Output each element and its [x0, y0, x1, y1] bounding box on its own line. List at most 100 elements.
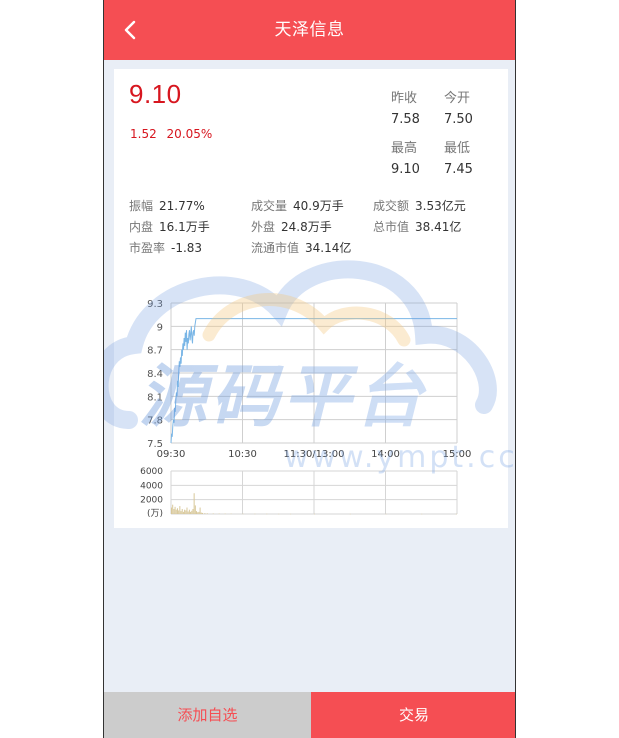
- stat-inner-volume: 内盘 16.1万手: [129, 218, 210, 235]
- high-block: 最高 9.10: [391, 137, 420, 177]
- add-watchlist-button[interactable]: 添加自选: [104, 692, 311, 738]
- price-tick-label: 8.1: [147, 392, 163, 403]
- change-amount: 1.52: [130, 127, 157, 141]
- intraday-chart: 9.398.78.48.17.87.509:30 10:30 11:30/13:00…: [140, 299, 472, 519]
- time-tick-label: 09:30: [157, 449, 186, 460]
- quote-card: 9.10 1.52 20.05% 昨收 7.58 今开 7.50 最高 9.10…: [114, 69, 508, 528]
- stat-label: 外盘: [251, 220, 276, 234]
- high-value: 9.10: [391, 162, 420, 177]
- stat-value: 24.8万手: [281, 220, 332, 234]
- volume-bar: [199, 507, 201, 514]
- volume-bar: [196, 511, 198, 514]
- top-bar: 天泽信息: [104, 0, 515, 60]
- prev-close-block: 昨收 7.58: [391, 87, 420, 127]
- stat-label: 成交量: [251, 199, 288, 213]
- stat-label: 市盈率: [129, 241, 166, 255]
- volume-tick-label: 2000: [140, 496, 163, 506]
- volume-bar: [197, 512, 199, 514]
- volume-bar: [278, 513, 280, 515]
- stat-pe-ratio: 市盈率 -1.83: [129, 239, 202, 256]
- volume-bar: [182, 511, 184, 514]
- volume-bar: [188, 509, 190, 514]
- current-price: 9.10: [129, 79, 182, 109]
- stat-value: 21.77%: [159, 199, 205, 213]
- stat-value: 34.14亿: [305, 241, 352, 255]
- phone-frame: 天泽信息 9.10 1.52 20.05% 昨收 7.58 今开 7.50 最高…: [103, 0, 516, 738]
- stat-value: 16.1万手: [159, 220, 210, 234]
- volume-tick-label: 6000: [140, 467, 163, 477]
- volume-bar: [421, 513, 423, 515]
- volume-bar: [190, 511, 192, 514]
- price-tick-label: 9: [157, 322, 163, 333]
- stat-value: 38.41亿: [415, 220, 462, 234]
- stat-label: 流通市值: [251, 241, 300, 255]
- volume-bar: [206, 513, 208, 514]
- volume-bar: [181, 508, 183, 514]
- low-value: 7.45: [444, 162, 473, 177]
- stat-amplitude: 振幅 21.77%: [129, 197, 205, 214]
- volume-bar: [176, 508, 178, 514]
- volume-bar: [266, 513, 268, 515]
- time-tick-label: 11:30/13:00: [283, 449, 344, 460]
- volume-bar: [198, 511, 200, 514]
- volume-bar: [192, 508, 194, 514]
- low-label: 最低: [444, 141, 471, 156]
- stat-value: 3.53亿元: [415, 199, 466, 213]
- stat-label: 总市值: [373, 220, 410, 234]
- time-tick-label: 15:00: [443, 449, 472, 460]
- volume-bar: [179, 506, 181, 514]
- volume-bar: [174, 506, 176, 514]
- stat-label: 振幅: [129, 199, 154, 213]
- time-tick-label: 10:30: [228, 449, 257, 460]
- volume-bar: [172, 504, 174, 514]
- stat-turnover: 成交额 3.53亿元: [373, 197, 466, 214]
- price-tick-label: 7.8: [147, 416, 163, 427]
- price-change: 1.52 20.05%: [130, 127, 218, 141]
- stat-label: 内盘: [129, 220, 154, 234]
- volume-bar: [173, 508, 175, 514]
- page-title: 天泽信息: [274, 20, 345, 40]
- volume-bar: [187, 511, 189, 514]
- volume-bar: [193, 493, 195, 514]
- volume-bar: [224, 513, 226, 515]
- volume-bar: [254, 513, 256, 515]
- volume-bar: [455, 513, 457, 515]
- prev-close-label: 昨收: [391, 91, 418, 106]
- volume-tick-label: (万): [147, 509, 163, 519]
- bottom-bar: 添加自选 交易: [104, 692, 515, 738]
- volume-bar: [175, 509, 177, 514]
- price-tick-label: 8.4: [147, 369, 163, 380]
- volume-bar: [349, 513, 351, 515]
- stat-label: 成交额: [373, 199, 410, 213]
- open-label: 今开: [444, 91, 471, 106]
- volume-bar: [180, 511, 182, 514]
- stat-market-cap: 总市值 38.41亿: [373, 218, 461, 235]
- volume-bar: [204, 513, 206, 514]
- volume-bar: [191, 510, 193, 514]
- volume-bar: [171, 507, 172, 514]
- volume-bar: [314, 513, 315, 515]
- prev-close-value: 7.58: [391, 112, 420, 127]
- volume-bar: [186, 507, 188, 514]
- volume-bar: [290, 513, 292, 515]
- stat-value: 40.9万手: [293, 199, 344, 213]
- open-block: 今开 7.50: [444, 87, 473, 127]
- trade-button[interactable]: 交易: [311, 692, 515, 738]
- low-block: 最低 7.45: [444, 137, 473, 177]
- volume-tick-label: 4000: [140, 481, 163, 491]
- volume-bar: [242, 513, 244, 515]
- stat-outer-volume: 外盘 24.8万手: [251, 218, 332, 235]
- open-value: 7.50: [444, 112, 473, 127]
- change-percent: 20.05%: [166, 127, 213, 141]
- volume-bar: [184, 509, 186, 514]
- price-tick-label: 8.7: [147, 346, 163, 357]
- stat-float-cap: 流通市值 34.14亿: [251, 239, 351, 256]
- volume-bar: [385, 513, 387, 515]
- volume-bar: [200, 512, 202, 514]
- volume-bar: [230, 513, 232, 515]
- time-tick-label: 14:00: [371, 449, 400, 460]
- volume-bar: [194, 505, 196, 514]
- price-tick-label: 9.3: [147, 299, 163, 310]
- stat-value: -1.83: [171, 241, 203, 255]
- volume-bar: [178, 510, 180, 514]
